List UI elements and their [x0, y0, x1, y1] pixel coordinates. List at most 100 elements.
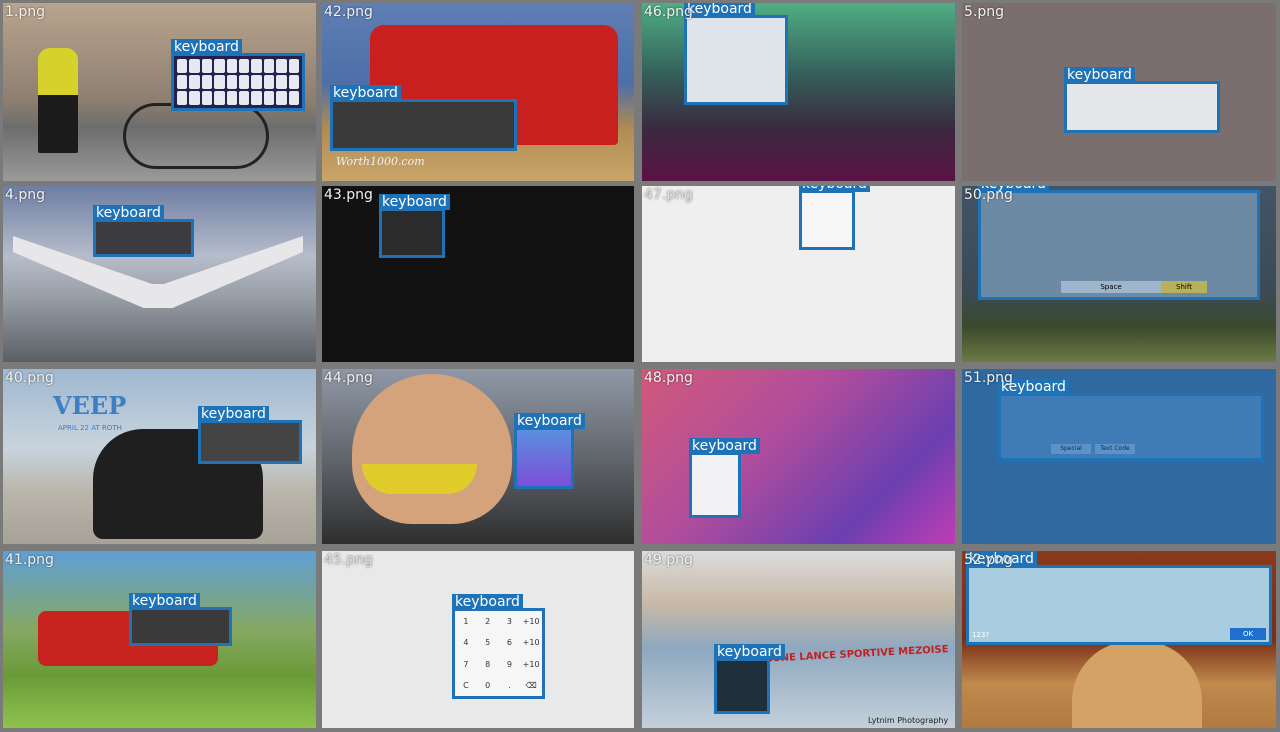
person-figure: [38, 48, 78, 153]
keyboard-label: keyboard: [129, 593, 200, 609]
keyboard-image: [174, 56, 302, 108]
bus-sign-text: VEEP: [53, 391, 127, 420]
keyboard-box[interactable]: keyboard 123? OK: [966, 551, 1272, 645]
ok-key: OK: [1230, 628, 1266, 640]
keyboard-box[interactable]: keyboard Special Text Code: [998, 379, 1264, 461]
keyboard-box[interactable]: keyboard: [330, 85, 517, 151]
keyboard-label: keyboard: [452, 594, 523, 610]
keyboard-box[interactable]: keyboard: [799, 186, 870, 250]
file-name: 41.png: [5, 552, 54, 568]
file-name: 48.png: [644, 370, 693, 386]
keyboard-image: [517, 430, 571, 486]
banana: [362, 464, 477, 494]
numpad: 1 2 3 +10 4 5 6 +10 7 8 9 +10 C 0. ⌫: [455, 611, 542, 696]
tile-45[interactable]: keyboard 1 2 3 +10 4 5 6 +10 7 8 9 +10 C 0. ⌫ 45.png: [322, 551, 634, 728]
tile-1[interactable]: keyboard 1.png: [3, 3, 316, 181]
keyboard-label: keyboard: [799, 186, 870, 192]
keyboard-image: Special Text Code: [1001, 396, 1261, 458]
numpad-key: 0: [485, 680, 491, 690]
keyboard-image: [333, 102, 514, 148]
numpad-key: 4: [463, 638, 469, 648]
tile-52[interactable]: keyboard 123? OK 52.png: [962, 551, 1276, 728]
numpad-key: 3: [506, 617, 512, 627]
numpad-key: .: [508, 680, 511, 690]
numpad-key: +10: [522, 617, 540, 627]
file-name: 1.png: [5, 4, 46, 20]
keyboard-box[interactable]: keyboard: [198, 406, 302, 464]
keyboard-box[interactable]: keyboard: [514, 413, 585, 489]
file-name: 5.png: [964, 4, 1005, 20]
keyboard-box[interactable]: keyboard: [379, 194, 450, 258]
keyboard-label: keyboard: [689, 438, 760, 454]
tile-4[interactable]: keyboard 4.png: [3, 186, 316, 362]
keyboard-box[interactable]: keyboard: [129, 593, 232, 646]
tile-41[interactable]: keyboard 41.png: [3, 551, 316, 728]
file-name: 46.png: [644, 4, 693, 20]
file-name: 49.png: [644, 552, 693, 568]
file-name: 4.png: [5, 187, 46, 203]
tile-40[interactable]: VEEP APRIL 22 AT ROTH keyboard 40.png: [3, 369, 316, 544]
keyboard-box[interactable]: keyboard Space Shift: [978, 186, 1260, 300]
watermark-text: Worth1000.com: [336, 155, 425, 168]
dark-scene: [322, 186, 634, 362]
tile-43[interactable]: keyboard 43.png: [322, 186, 634, 362]
file-name: 47.png: [644, 187, 693, 203]
keyboard-box[interactable]: keyboard: [689, 438, 760, 518]
numpad-key: 1: [463, 617, 469, 627]
keyboard-image: [96, 222, 191, 254]
keyboard-label: keyboard: [514, 413, 585, 429]
keyboard-label: keyboard: [171, 39, 242, 55]
shift-key: Shift: [1161, 281, 1207, 293]
text-code-key: Text Code: [1095, 444, 1135, 454]
keyboard-box[interactable]: keyboard: [93, 205, 194, 257]
file-name: 44.png: [324, 370, 373, 386]
keyboard-image: [802, 193, 852, 247]
numpad-key: 5: [485, 638, 491, 648]
numpad-key: 7: [463, 659, 469, 669]
numpad-key: ⌫: [525, 680, 537, 690]
numpad-key: 9: [506, 659, 512, 669]
tile-44[interactable]: keyboard 44.png: [322, 369, 634, 544]
numpad-key: C: [463, 680, 469, 690]
tile-42[interactable]: Worth1000.com keyboard 42.png: [322, 3, 634, 181]
keyboard-label: keyboard: [330, 85, 401, 101]
keyboard-box[interactable]: keyboard: [714, 644, 785, 714]
keyboard-image: [687, 18, 785, 102]
tile-51[interactable]: keyboard Special Text Code 51.png: [962, 369, 1276, 544]
detection-grid: keyboard 1.png Worth1000.com keyboard 42…: [0, 0, 1280, 732]
keyboard-image: [132, 610, 229, 643]
file-name: 45.png: [324, 552, 373, 568]
file-name: 42.png: [324, 4, 373, 20]
file-name: 50.png: [964, 187, 1013, 203]
keyboard-box[interactable]: keyboard: [684, 3, 788, 105]
tile-5[interactable]: keyboard 5.png: [962, 3, 1276, 181]
bicycle-figure: [123, 103, 269, 169]
tile-46[interactable]: keyboard 46.png: [642, 3, 955, 181]
tile-47[interactable]: keyboard 47.png: [642, 186, 955, 362]
num-key: 123?: [972, 631, 990, 639]
keyboard-image: [201, 423, 299, 461]
keyboard-label: keyboard: [1064, 67, 1135, 83]
tile-48[interactable]: keyboard 48.png: [642, 369, 955, 544]
file-name: 52.png: [964, 552, 1013, 568]
keyboard-box[interactable]: keyboard: [171, 39, 305, 111]
keyboard-label: keyboard: [684, 3, 755, 17]
watermark-text: Lytnim Photography: [868, 716, 949, 725]
numpad-key: 2: [485, 617, 491, 627]
numpad-key: +10: [522, 638, 540, 648]
keyboard-image: [1067, 84, 1217, 130]
keyboard-image: [717, 661, 767, 711]
keyboard-image: [382, 211, 442, 255]
keyboard-image: 123? OK: [969, 568, 1269, 642]
keyboard-image: Space Shift: [981, 193, 1257, 297]
keyboard-box[interactable]: keyboard 1 2 3 +10 4 5 6 +10 7 8 9 +10 C 0. ⌫: [452, 594, 545, 699]
keyboard-label: keyboard: [198, 406, 269, 422]
tile-50[interactable]: keyboard Space Shift 50.png: [962, 186, 1276, 362]
keyboard-box[interactable]: keyboard: [1064, 67, 1220, 133]
tile-49[interactable]: JEUNE LANCE SPORTIVE MEZOISE Lytnim Phot…: [642, 551, 955, 728]
special-key: Special: [1051, 444, 1091, 454]
numpad-key: 8: [485, 659, 491, 669]
space-key: Space: [1061, 281, 1161, 293]
harbor-scene: [642, 551, 955, 728]
bus-sub-text: APRIL 22 AT ROTH: [58, 424, 122, 432]
